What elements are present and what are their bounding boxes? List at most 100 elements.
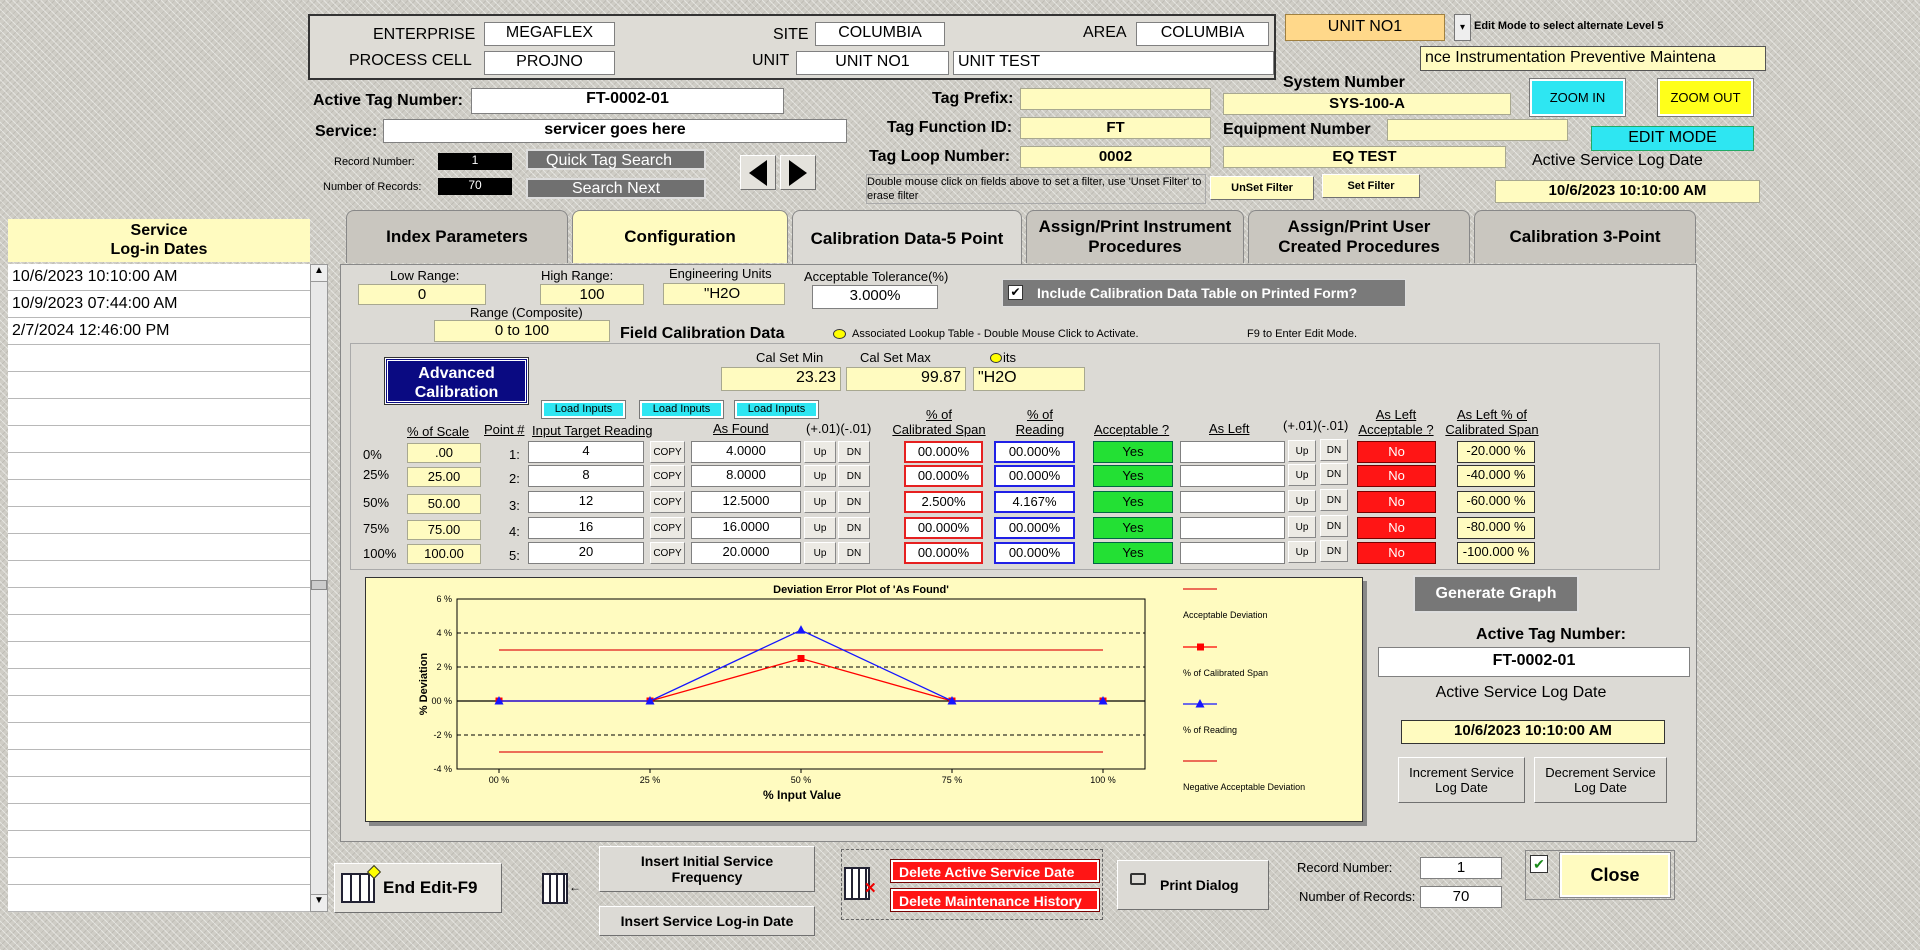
load-inputs-button-2[interactable]: Load Inputs — [639, 400, 724, 419]
up-button[interactable]: Up — [1288, 516, 1316, 538]
active-tag-field[interactable]: FT-0002-01 — [471, 88, 784, 114]
enterprise-field[interactable]: MEGAFLEX — [484, 22, 615, 46]
eq-test-field[interactable]: EQ TEST — [1223, 146, 1506, 168]
target-field[interactable]: 4 — [528, 441, 644, 463]
zoom-in-button[interactable]: ZOOM IN — [1529, 78, 1626, 117]
up-button[interactable]: Up — [1288, 464, 1316, 486]
target-field[interactable]: 8 — [528, 465, 644, 487]
tag-function-field[interactable]: FT — [1020, 117, 1211, 139]
as-left-field[interactable] — [1180, 465, 1285, 487]
service-field[interactable]: servicer goes here — [383, 119, 847, 143]
engineering-units-field[interactable]: "H2O — [663, 283, 785, 305]
area-field[interactable]: COLUMBIA — [1136, 22, 1269, 46]
scroll-thumb[interactable] — [311, 580, 327, 590]
dn-button[interactable]: DN — [838, 542, 870, 564]
process-cell-field[interactable]: PROJNO — [484, 51, 615, 75]
up-button[interactable]: Up — [804, 441, 836, 463]
next-record-button[interactable] — [780, 155, 816, 190]
as-found-field[interactable]: 12.5000 — [691, 491, 801, 513]
scale-field[interactable]: 25.00 — [407, 467, 481, 487]
as-left-field[interactable] — [1180, 441, 1285, 463]
system-number-field[interactable]: SYS-100-A — [1223, 93, 1511, 115]
tab-assign-user-procedures[interactable]: Assign/Print User Created Procedures — [1248, 210, 1470, 263]
list-item[interactable]: 2/7/2024 12:46:00 PM — [8, 318, 310, 345]
edit-mode-button[interactable]: EDIT MODE — [1591, 126, 1754, 151]
up-button[interactable]: Up — [1288, 440, 1316, 462]
tag-loop-field[interactable]: 0002 — [1020, 146, 1211, 168]
as-left-field[interactable] — [1180, 491, 1285, 513]
target-field[interactable]: 12 — [528, 491, 644, 513]
tag-prefix-field[interactable] — [1020, 88, 1211, 110]
quick-search-button[interactable]: Quick Tag Search — [526, 149, 706, 170]
dn-button[interactable]: DN — [1320, 540, 1348, 562]
search-next-button[interactable]: Search Next — [526, 178, 706, 199]
zoom-out-button[interactable]: ZOOM OUT — [1657, 78, 1754, 117]
copy-button[interactable]: COPY — [650, 465, 685, 487]
dn-button[interactable]: DN — [1320, 489, 1348, 511]
up-button[interactable]: Up — [804, 465, 836, 487]
generate-graph-button[interactable]: Generate Graph — [1413, 575, 1579, 613]
list-item[interactable]: 10/6/2023 10:10:00 AM — [8, 264, 310, 291]
up-button[interactable]: Up — [1288, 490, 1316, 512]
set-filter-button[interactable]: Set Filter — [1322, 174, 1420, 198]
insert-frequency-button[interactable]: Insert Initial Service Frequency — [599, 846, 815, 892]
unit-select-dropdown-button[interactable]: ▾ — [1454, 14, 1471, 41]
unit-select[interactable]: UNIT NO1 — [1285, 14, 1445, 41]
up-button[interactable]: Up — [804, 517, 836, 539]
unit-desc-field[interactable]: UNIT TEST — [953, 51, 1274, 75]
up-button[interactable]: Up — [804, 491, 836, 513]
decrement-log-button[interactable]: Decrement Service Log Date — [1534, 757, 1667, 803]
load-inputs-button-3[interactable]: Load Inputs — [734, 400, 819, 419]
load-inputs-button-1[interactable]: Load Inputs — [541, 400, 626, 419]
tab-configuration[interactable]: Configuration — [572, 210, 788, 263]
units-field[interactable]: "H2O — [973, 367, 1085, 391]
tab-assign-instrument-procedures[interactable]: Assign/Print Instrument Procedures — [1026, 210, 1244, 263]
delete-history-button[interactable]: Delete Maintenance History — [890, 888, 1100, 912]
dn-button[interactable]: DN — [838, 441, 870, 463]
as-left-field[interactable] — [1180, 542, 1285, 564]
scroll-down-button[interactable]: ▼ — [310, 894, 328, 912]
dn-button[interactable]: DN — [1320, 515, 1348, 537]
tab-calibration-5-point[interactable]: Calibration Data-5 Point — [792, 210, 1022, 266]
high-range-field[interactable]: 100 — [540, 284, 644, 305]
include-table-checkbox[interactable]: ✔ — [1008, 285, 1023, 300]
scale-field[interactable]: 100.00 — [407, 544, 481, 564]
scroll-up-button[interactable]: ▲ — [310, 264, 328, 282]
dn-button[interactable]: DN — [1320, 439, 1348, 461]
delete-active-date-button[interactable]: Delete Active Service Date — [890, 859, 1100, 883]
increment-log-button[interactable]: Increment Service Log Date — [1398, 757, 1525, 803]
cal-set-min-field[interactable]: 23.23 — [721, 367, 841, 391]
as-found-field[interactable]: 16.0000 — [691, 517, 801, 539]
tab-index-parameters[interactable]: Index Parameters — [346, 210, 568, 263]
target-field[interactable]: 20 — [528, 542, 644, 564]
dn-button[interactable]: DN — [838, 491, 870, 513]
scale-field[interactable]: 75.00 — [407, 520, 481, 540]
unset-filter-button[interactable]: UnSet Filter — [1210, 176, 1314, 200]
copy-button[interactable]: COPY — [650, 441, 685, 463]
advanced-calibration-button[interactable]: Advanced Calibration — [384, 357, 529, 405]
as-left-field[interactable] — [1180, 517, 1285, 539]
site-field[interactable]: COLUMBIA — [815, 22, 945, 46]
cal-set-max-field[interactable]: 99.87 — [846, 367, 966, 391]
previous-record-button[interactable] — [740, 155, 776, 190]
low-range-field[interactable]: 0 — [358, 284, 486, 305]
include-table-checkbox-row[interactable]: Include Calibration Data Table on Printe… — [1002, 279, 1406, 307]
dn-button[interactable]: DN — [838, 517, 870, 539]
end-edit-button[interactable]: End Edit-F9 — [334, 863, 502, 913]
copy-button[interactable]: COPY — [650, 542, 685, 564]
copy-button[interactable]: COPY — [650, 517, 685, 539]
target-field[interactable]: 16 — [528, 517, 644, 539]
dn-button[interactable]: DN — [838, 465, 870, 487]
up-button[interactable]: Up — [804, 542, 836, 564]
list-item[interactable]: 10/9/2023 07:44:00 AM — [8, 291, 310, 318]
close-button[interactable]: Close — [1559, 852, 1671, 898]
copy-button[interactable]: COPY — [650, 491, 685, 513]
as-found-field[interactable]: 20.0000 — [691, 542, 801, 564]
scale-field[interactable]: 50.00 — [407, 494, 481, 514]
range-composite-field[interactable]: 0 to 100 — [434, 320, 610, 342]
insert-login-button[interactable]: Insert Service Log-in Date — [599, 906, 815, 936]
as-found-field[interactable]: 8.0000 — [691, 465, 801, 487]
scale-field[interactable]: .00 — [407, 443, 481, 463]
equipment-number-field[interactable] — [1387, 119, 1568, 141]
up-button[interactable]: Up — [1288, 541, 1316, 563]
